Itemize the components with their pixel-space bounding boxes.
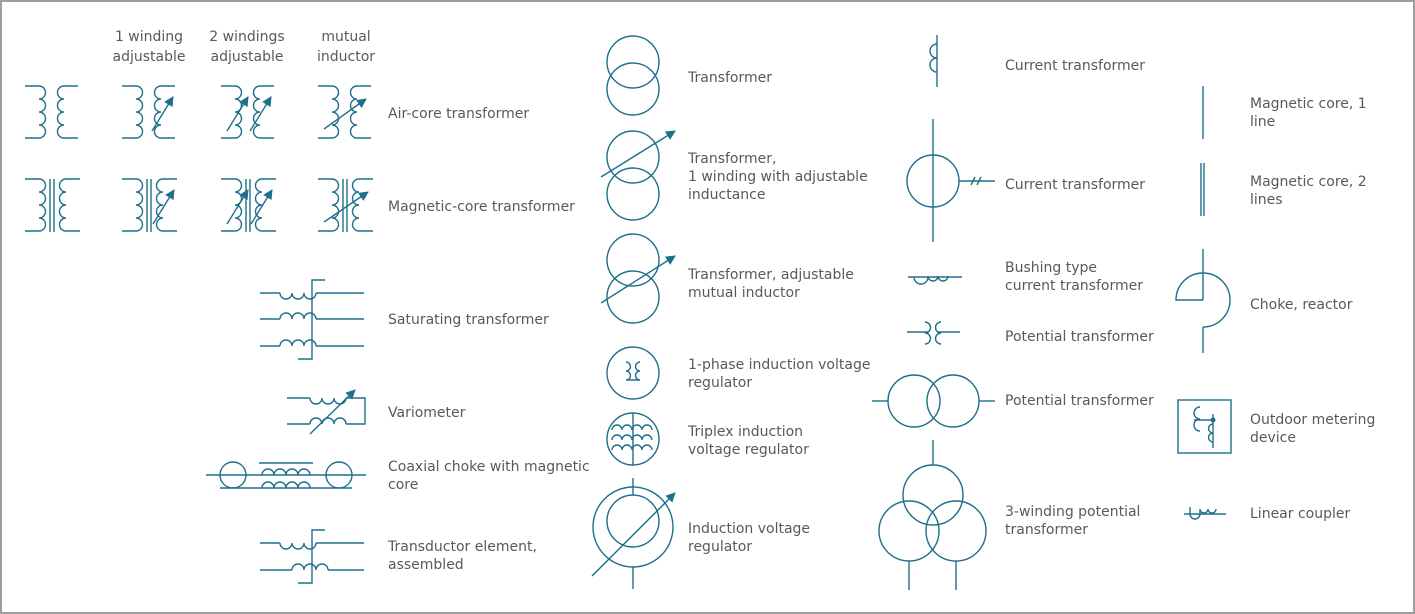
magnetic-core-transformer-plain (24, 178, 81, 232)
current-transformer-1-symbol (929, 35, 938, 87)
variometer-symbol (287, 389, 366, 435)
air-core-transformer-2-windings-adjustable (220, 85, 275, 139)
choke-reactor-symbol (1175, 249, 1231, 353)
induction-voltage-regulator-symbol (591, 478, 676, 589)
potential-transformer-1-symbol (907, 321, 960, 345)
saturating-transformer-symbol (260, 279, 364, 360)
transformer-symbol (606, 35, 660, 116)
magnetic-core-transformer-2-windings-adjustable (220, 178, 277, 232)
magnetic-core-transformer-1-winding-adjustable (121, 178, 178, 232)
1-phase-regulator-symbol (606, 346, 660, 400)
air-core-transformer-plain (24, 85, 79, 139)
transformer-1-winding-adjustable-symbol (600, 130, 676, 221)
3-winding-potential-transformer-symbol (878, 440, 987, 590)
outdoor-metering-device-symbol (1177, 399, 1232, 454)
current-transformer-2-symbol (906, 119, 995, 242)
potential-transformer-2-symbol (872, 374, 995, 428)
symbol-layer (24, 35, 1232, 590)
bushing-type-ct-symbol (908, 275, 962, 285)
transformer-adjustable-mutual-symbol (600, 233, 676, 324)
magnetic-core-2-lines-symbol (1200, 163, 1205, 216)
linear-coupler-symbol (1184, 507, 1226, 520)
air-core-transformer-1-winding-adjustable (121, 85, 176, 139)
air-core-transformer-mutual-inductor (317, 85, 372, 139)
coaxial-choke-symbol (206, 461, 366, 489)
triplex-regulator-symbol (606, 412, 660, 466)
magnetic-core-transformer-mutual-inductor (317, 178, 374, 232)
transductor-element-symbol (260, 529, 364, 584)
